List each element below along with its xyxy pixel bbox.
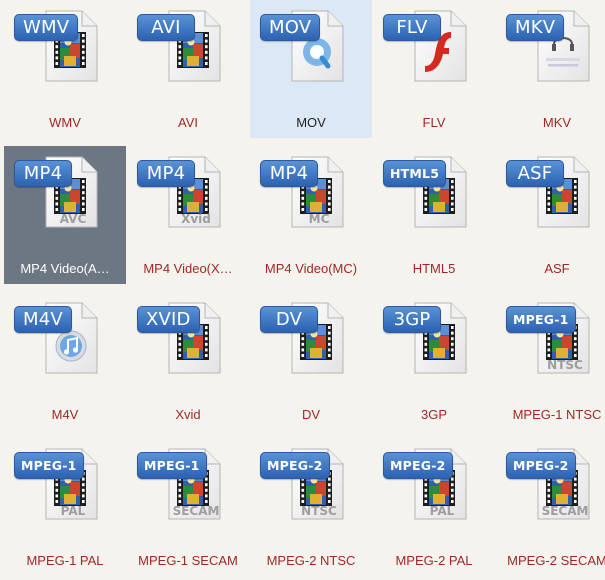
- format-tile-mp4[interactable]: MP4 MC MP4 Video(MC): [250, 146, 372, 284]
- format-tile-xvid[interactable]: XVID Xvid: [127, 292, 249, 430]
- format-badge: MPEG-2: [506, 452, 576, 479]
- format-badge: ASF: [506, 160, 564, 187]
- format-label: MPEG-1 NTSC: [512, 407, 602, 422]
- format-label: MOV: [296, 115, 326, 130]
- format-badge: HTML5: [383, 160, 447, 187]
- codec-label: NTSC: [301, 504, 337, 518]
- format-tile-mpeg-2[interactable]: MPEG-2 NTSC MPEG-2 NTSC: [250, 438, 372, 576]
- format-tile-mp4[interactable]: MP4 AVC MP4 Video(A…: [4, 146, 126, 284]
- format-badge: WMV: [14, 14, 79, 41]
- format-badge: MP4: [137, 160, 195, 187]
- format-label: MPEG-1 PAL: [26, 553, 104, 568]
- itunes-icon: [55, 330, 87, 362]
- format-tile-mpeg-2[interactable]: MPEG-2 SECAM MPEG-2 SECAM: [496, 438, 605, 576]
- format-tile-mpeg-1[interactable]: MPEG-1 PAL MPEG-1 PAL: [4, 438, 126, 576]
- format-label: ASF: [544, 261, 570, 276]
- format-label: DV: [301, 407, 321, 422]
- format-label: WMV: [49, 115, 81, 130]
- format-label: MPEG-2 PAL: [395, 553, 473, 568]
- codec-label: SECAM: [541, 504, 589, 518]
- format-tile-flv[interactable]: FLV FLV: [373, 0, 495, 138]
- format-badge: AVI: [137, 14, 195, 41]
- format-label: MPEG-1 SECAM: [138, 553, 238, 568]
- format-tile-m4v[interactable]: M4V M4V: [4, 292, 126, 430]
- format-tile-asf[interactable]: ASF ASF: [496, 146, 605, 284]
- codec-label: AVC: [59, 212, 87, 226]
- format-badge: MKV: [506, 14, 565, 41]
- format-badge: MP4: [14, 160, 72, 187]
- codec-label: Xvid: [181, 212, 211, 226]
- format-label: AVI: [178, 115, 198, 130]
- quicktime-icon: [303, 38, 331, 69]
- format-tile-wmv[interactable]: WMV WMV: [4, 0, 126, 138]
- format-label: FLV: [422, 115, 446, 130]
- format-tile-mpeg-1[interactable]: MPEG-1 NTSC MPEG-1 NTSC: [496, 292, 605, 430]
- format-badge: MP4: [260, 160, 318, 187]
- format-label: MP4 Video(A…: [20, 261, 110, 276]
- format-badge: XVID: [137, 306, 200, 333]
- format-label: Xvid: [175, 407, 201, 422]
- format-badge: DV: [260, 306, 318, 333]
- format-tile-mpeg-2[interactable]: MPEG-2 PAL MPEG-2 PAL: [373, 438, 495, 576]
- format-tile-avi[interactable]: AVI AVI: [127, 0, 249, 138]
- format-badge: 3GP: [383, 306, 441, 333]
- codec-label: PAL: [60, 504, 86, 518]
- format-badge: MPEG-1: [506, 306, 576, 333]
- format-label: 3GP: [420, 407, 447, 422]
- format-badge: MOV: [260, 14, 321, 41]
- format-label: MPEG-2 SECAM: [507, 553, 605, 568]
- format-tile-mkv[interactable]: MKV MKV: [496, 0, 605, 138]
- codec-label: NTSC: [547, 358, 583, 372]
- format-label: M4V: [51, 407, 79, 422]
- format-tile-mp4[interactable]: MP4 Xvid MP4 Video(X…: [127, 146, 249, 284]
- format-tile-3gp[interactable]: 3GP 3GP: [373, 292, 495, 430]
- codec-label: MC: [308, 212, 330, 226]
- codec-label: SECAM: [172, 504, 220, 518]
- format-tile-mov[interactable]: MOV MOV: [250, 0, 372, 138]
- format-label: HTML5: [412, 261, 456, 276]
- format-badge: MPEG-2: [383, 452, 453, 479]
- format-label: MP4 Video(MC): [264, 261, 358, 276]
- format-tile-html5[interactable]: HTML5 HTML5: [373, 146, 495, 284]
- format-badge: MPEG-1: [14, 452, 84, 479]
- format-tile-mpeg-1[interactable]: MPEG-1 SECAM MPEG-1 SECAM: [127, 438, 249, 576]
- format-badge: MPEG-1: [137, 452, 207, 479]
- format-label: MKV: [542, 115, 572, 130]
- codec-label: PAL: [429, 504, 455, 518]
- format-badge: MPEG-2: [260, 452, 330, 479]
- format-badge: FLV: [383, 14, 441, 41]
- format-grid: WMV WMV AVI AVI MOV MOV FLV FLV MKV MKV …: [0, 0, 605, 580]
- format-label: MPEG-2 NTSC: [266, 553, 356, 568]
- format-label: MP4 Video(X…: [143, 261, 233, 276]
- format-tile-dv[interactable]: DV DV: [250, 292, 372, 430]
- format-badge: M4V: [14, 306, 72, 333]
